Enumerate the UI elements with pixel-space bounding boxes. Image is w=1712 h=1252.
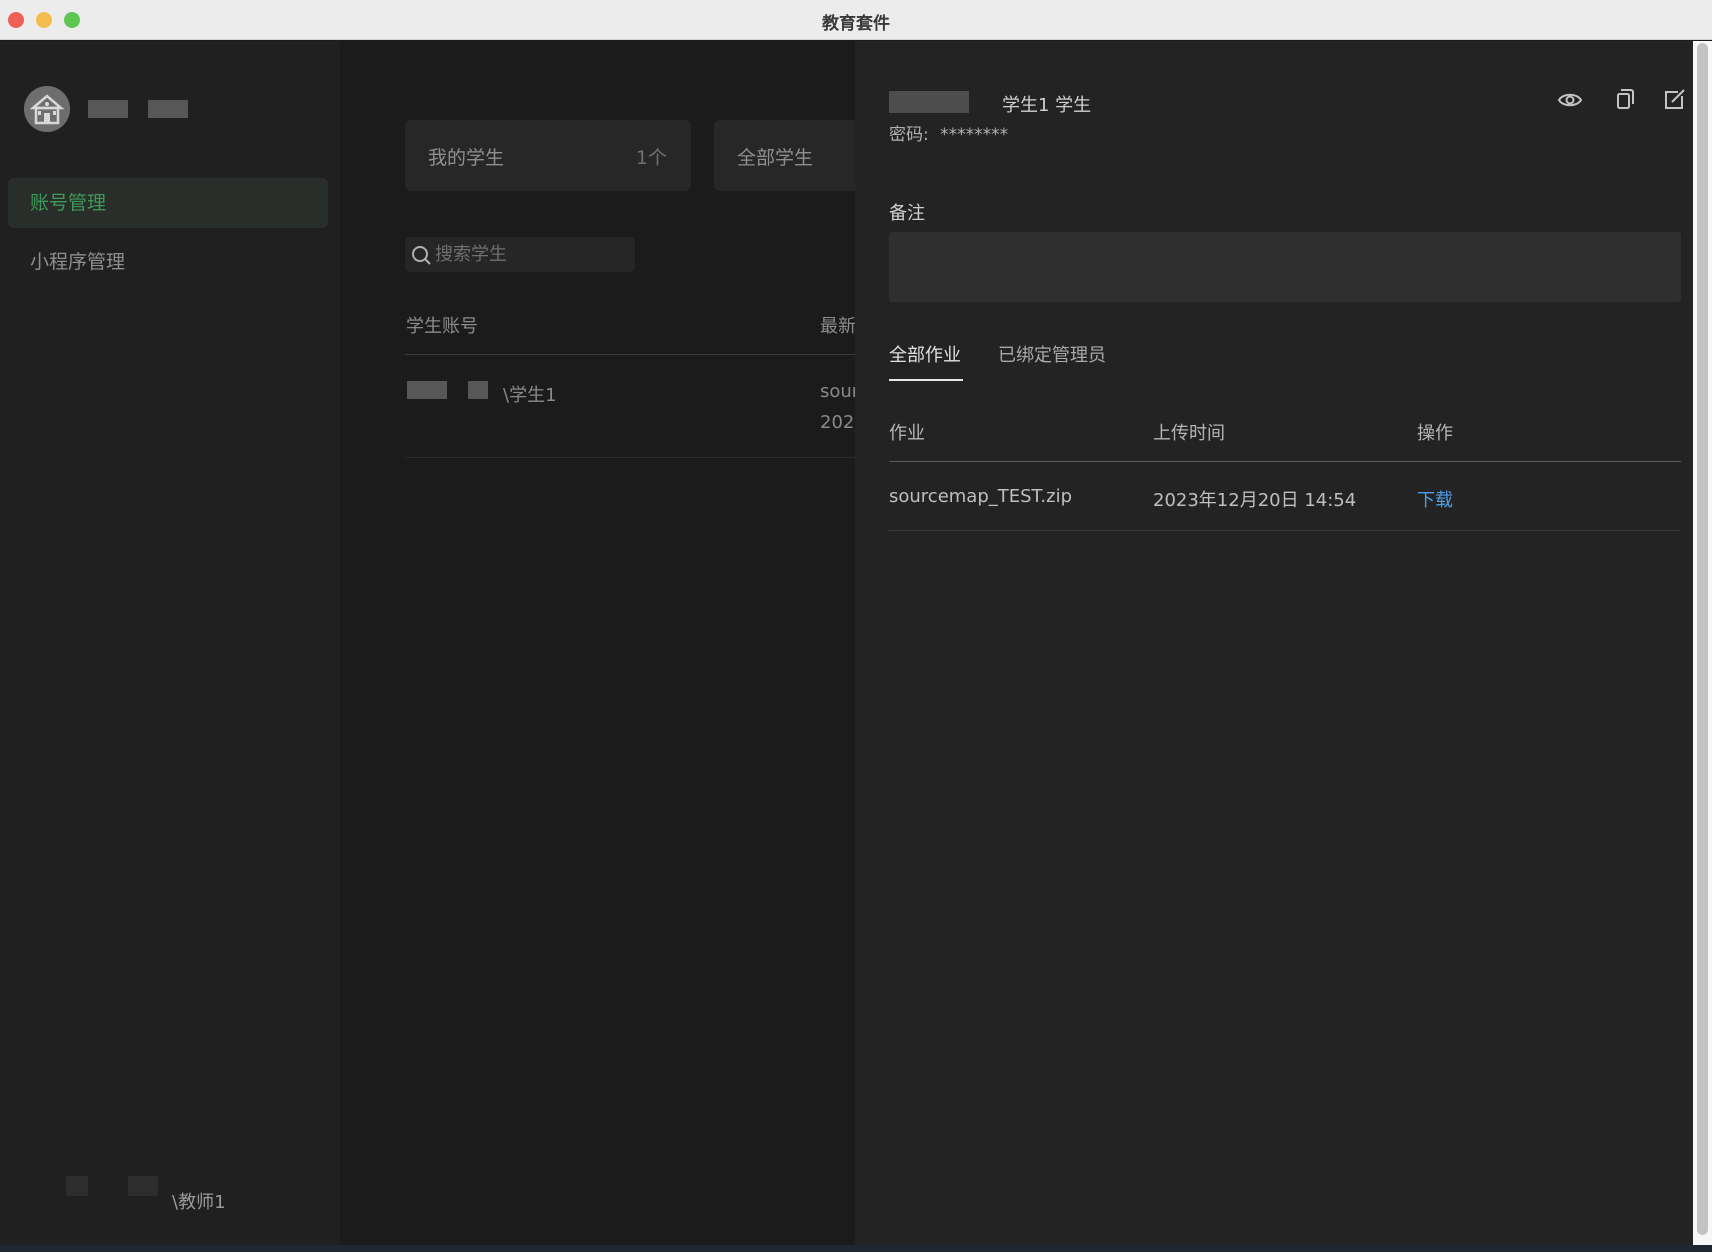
assignment-file-name: sourcemap_TEST.zip <box>889 486 1073 507</box>
main-content: 我的学生 1个 全部学生 学生账号 最新 \学生1 sour 202 <box>340 41 855 1245</box>
school-logo-icon <box>24 86 70 132</box>
current-user-name[interactable]: \教师1 <box>172 1188 226 1214</box>
password-value: ******** <box>940 125 1009 145</box>
column-header-upload-time: 上传时间 <box>1153 423 1225 444</box>
student-search-input[interactable] <box>435 241 630 267</box>
latest-upload-time: 202 <box>820 412 855 433</box>
remark-label: 备注 <box>889 203 925 224</box>
scrollbar-thumb[interactable] <box>1697 43 1708 1235</box>
tab-all-assignments[interactable]: 全部作业 <box>889 341 961 367</box>
scrollbar-track[interactable] <box>1693 41 1712 1245</box>
redacted-student-id <box>468 381 488 399</box>
edit-icon[interactable] <box>1659 85 1689 115</box>
sidebar-item-account-management[interactable]: 账号管理 <box>8 178 328 228</box>
student-account-name: \学生1 <box>503 385 557 406</box>
redacted-org-name <box>88 100 128 118</box>
column-header-action: 操作 <box>1417 423 1453 444</box>
student-search-box <box>405 237 635 272</box>
student-name: 学生1 学生 <box>1002 95 1092 116</box>
my-students-label: 我的学生 <box>428 147 505 169</box>
remark-field[interactable] <box>889 232 1681 302</box>
copy-icon[interactable] <box>1608 85 1638 115</box>
redacted-student-id <box>407 381 447 399</box>
tab-bound-admins[interactable]: 已绑定管理员 <box>998 341 1106 367</box>
all-students-card[interactable]: 全部学生 <box>714 120 855 191</box>
redacted-teacher-name <box>128 1176 158 1196</box>
student-detail-drawer: 学生1 学生 密码: ******** 备注 全部作业 已绑定管理员 作业 上传… <box>855 41 1693 1245</box>
table-header-divider <box>889 461 1681 462</box>
my-students-card[interactable]: 我的学生 1个 <box>405 120 691 191</box>
download-link[interactable]: 下载 <box>1417 486 1453 512</box>
sidebar-item-miniprogram-management[interactable]: 小程序管理 <box>8 237 328 287</box>
table-header-divider <box>405 354 855 355</box>
column-header-student-account: 学生账号 <box>406 316 478 337</box>
latest-file-name: sour <box>820 381 855 402</box>
eye-icon[interactable] <box>1555 85 1585 115</box>
column-header-latest: 最新 <box>820 316 855 337</box>
search-icon <box>412 246 431 265</box>
redacted-student-id <box>889 91 969 113</box>
bottom-edge <box>0 1245 1712 1252</box>
active-tab-indicator <box>889 379 963 381</box>
window-title: 教育套件 <box>822 14 890 34</box>
password-label: 密码: <box>889 125 929 145</box>
all-students-label: 全部学生 <box>737 147 814 169</box>
window-titlebar: 教育套件 <box>0 0 1712 40</box>
my-students-count: 1个 <box>635 147 667 169</box>
assignment-upload-time: 2023年12月20日 14:54 <box>1153 490 1357 511</box>
column-header-assignment: 作业 <box>889 423 925 444</box>
table-row-divider <box>889 530 1681 531</box>
redacted-teacher-name <box>66 1176 88 1196</box>
password-row: 密码: ******** <box>889 120 1008 145</box>
table-row-divider <box>405 457 855 458</box>
redacted-org-name <box>148 100 188 118</box>
sidebar: 账号管理 小程序管理 \教师1 <box>0 41 340 1245</box>
